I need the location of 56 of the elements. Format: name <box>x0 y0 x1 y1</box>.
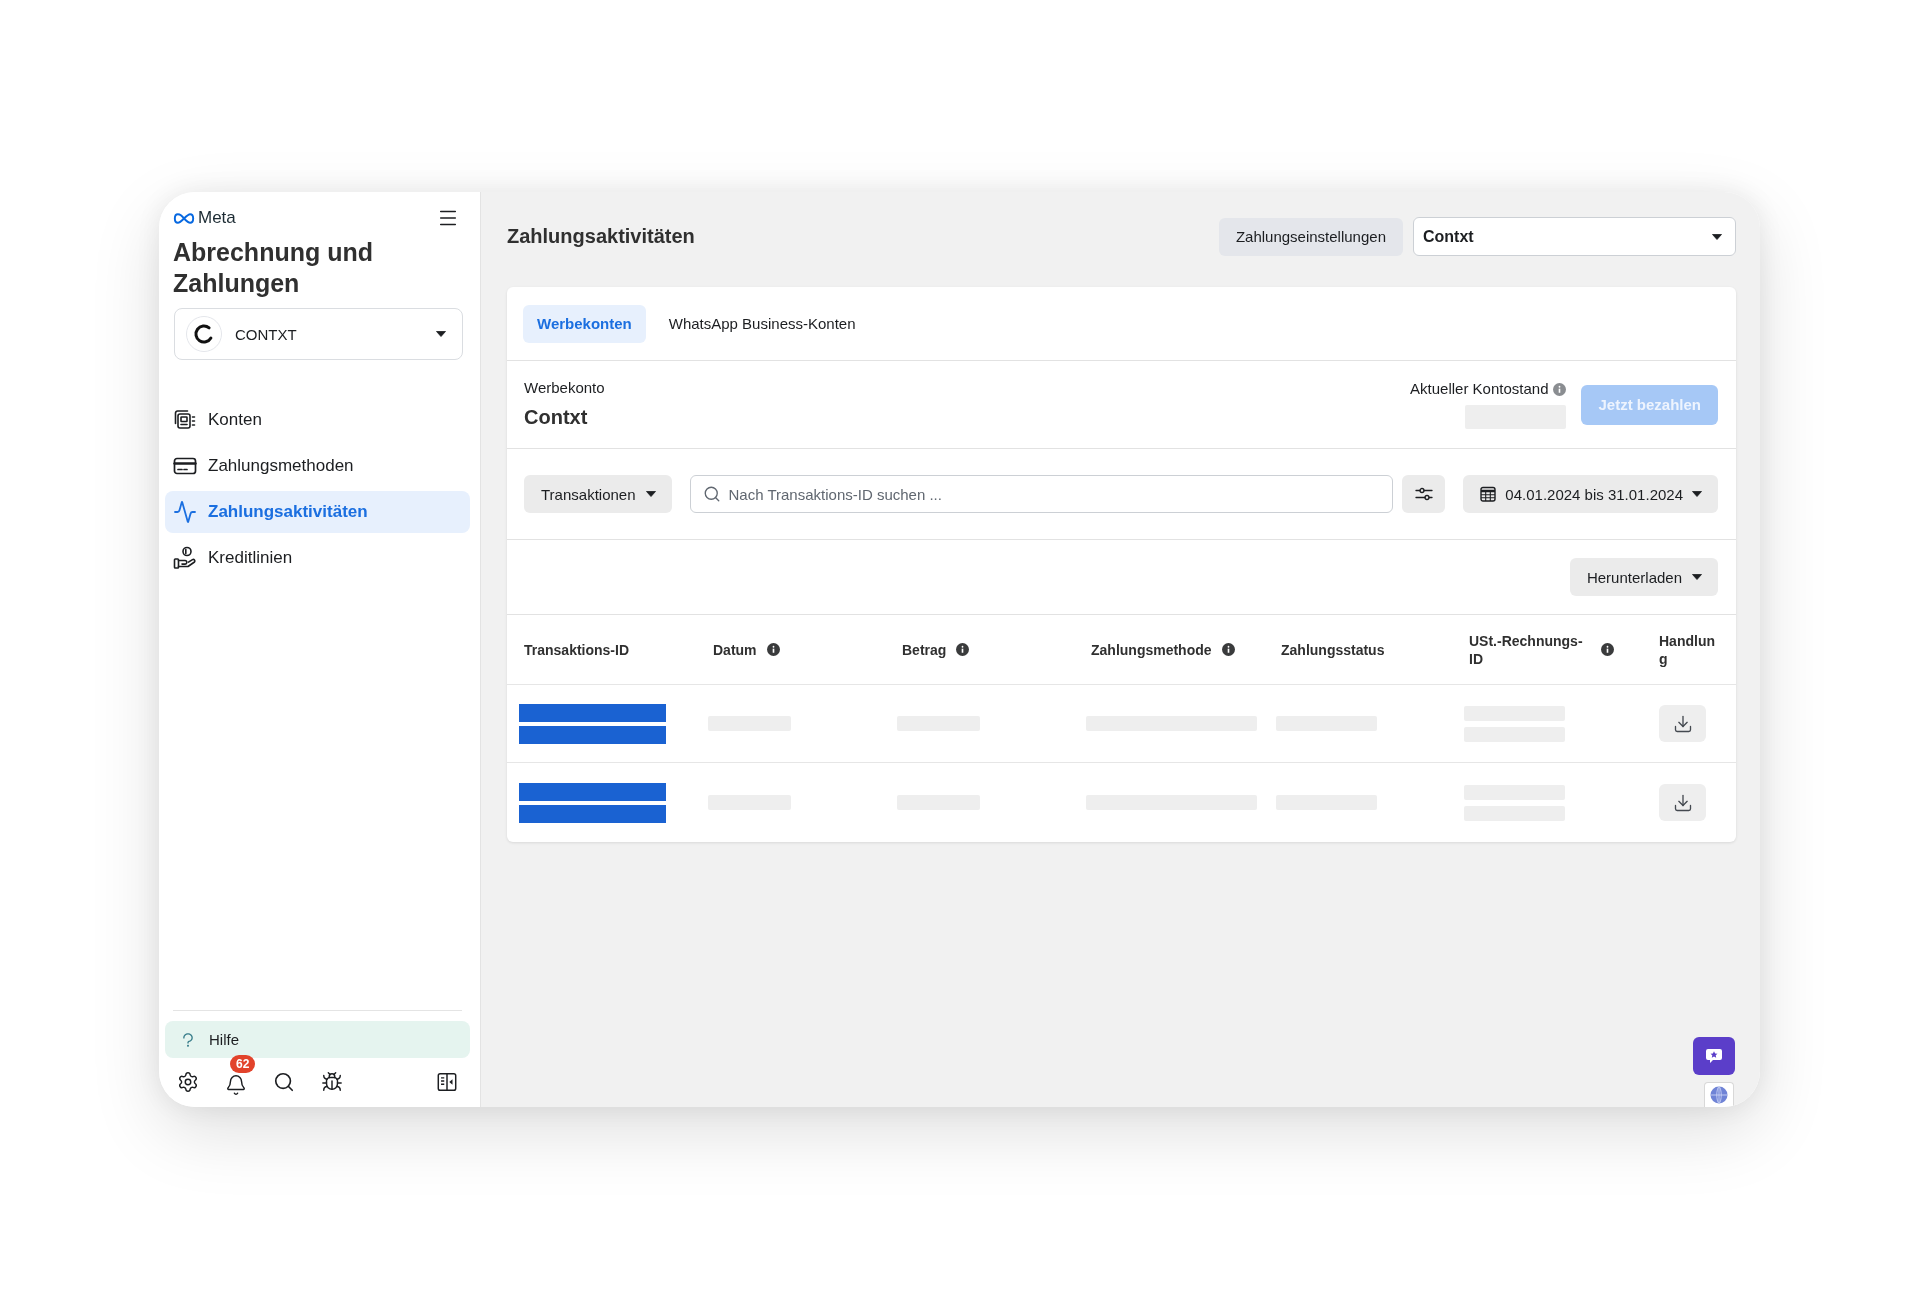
page-title: Zahlungsaktivitäten <box>507 225 696 248</box>
nav-item[interactable]: Zahlungsaktivitäten <box>165 491 470 533</box>
caret-icon <box>436 331 446 337</box>
caret-icon <box>1692 574 1702 580</box>
arc-avatar-icon <box>186 316 222 352</box>
tab[interactable]: WhatsApp Business-Konten <box>654 304 870 343</box>
download-icon <box>1672 792 1693 813</box>
nav-item[interactable]: Kreditlinien <box>165 537 470 579</box>
infinity-logo-icon <box>173 211 195 225</box>
globe-icon <box>1710 1086 1728 1104</box>
download-button[interactable] <box>1659 784 1706 821</box>
settings-icon[interactable] <box>177 1071 199 1093</box>
calendar-icon <box>1480 486 1497 502</box>
column-header: Handlung <box>1659 631 1716 668</box>
column-header: USt.-Rechnungs-ID <box>1469 631 1584 668</box>
balance-label: Aktueller Kontostand <box>1410 380 1549 398</box>
notification-badge: 62 <box>230 1055 256 1073</box>
caret-icon <box>1692 491 1702 497</box>
help-item[interactable]: Hilfe <box>165 1021 470 1058</box>
account-label: Werbekonto <box>524 379 605 397</box>
search-box[interactable]: Nach Transaktions-ID suchen ... <box>689 475 1394 513</box>
bell-icon[interactable] <box>225 1074 247 1096</box>
split-panel-icon[interactable] <box>436 1071 458 1093</box>
caret-icon <box>1712 233 1722 240</box>
search-input[interactable]: Nach Transaktions-ID suchen ... <box>728 483 1381 505</box>
nav-item[interactable]: Zahlungsmethoden <box>165 445 470 487</box>
chat-button[interactable] <box>1693 1037 1735 1075</box>
caret-icon <box>645 491 656 497</box>
bug-icon[interactable] <box>321 1071 343 1093</box>
account-dropdown[interactable]: Contxt <box>1413 217 1736 256</box>
brand-name: Meta <box>198 208 236 228</box>
column-header: Datum <box>713 640 757 659</box>
sidebar-title: Abrechnung und Zahlungen <box>173 237 374 299</box>
filter-button[interactable] <box>1402 475 1446 513</box>
account-name: Contxt <box>524 405 589 430</box>
account-selector[interactable]: CONTXT <box>174 308 463 360</box>
download-menu-button[interactable]: Herunterladen <box>1569 558 1718 596</box>
settings-button[interactable]: Zahlungseinstellungen <box>1218 217 1403 256</box>
type-dropdown[interactable]: Transaktionen <box>524 475 672 513</box>
column-header: Transaktions-ID <box>524 640 630 659</box>
sliders-icon <box>1414 486 1433 502</box>
download-icon <box>1672 713 1693 734</box>
column-header: Zahlungsstatus <box>1281 640 1385 659</box>
search-icon <box>702 485 721 503</box>
speech-bubble-star-icon <box>1705 1047 1723 1065</box>
search-icon[interactable] <box>273 1071 295 1093</box>
download-button[interactable] <box>1659 705 1706 742</box>
card-stack-icon <box>173 408 197 432</box>
nav-item[interactable]: Konten <box>165 399 470 441</box>
column-header: Zahlungsmethode <box>1091 640 1212 659</box>
tab[interactable]: Werbekonten <box>523 304 646 343</box>
date-range-button[interactable]: 04.01.2024 bis 31.01.2024 <box>1463 475 1718 513</box>
hand-coin-icon <box>173 546 197 570</box>
globe-button[interactable] <box>1704 1082 1734 1107</box>
pulse-icon <box>173 500 197 524</box>
column-header: Betrag <box>902 640 947 659</box>
